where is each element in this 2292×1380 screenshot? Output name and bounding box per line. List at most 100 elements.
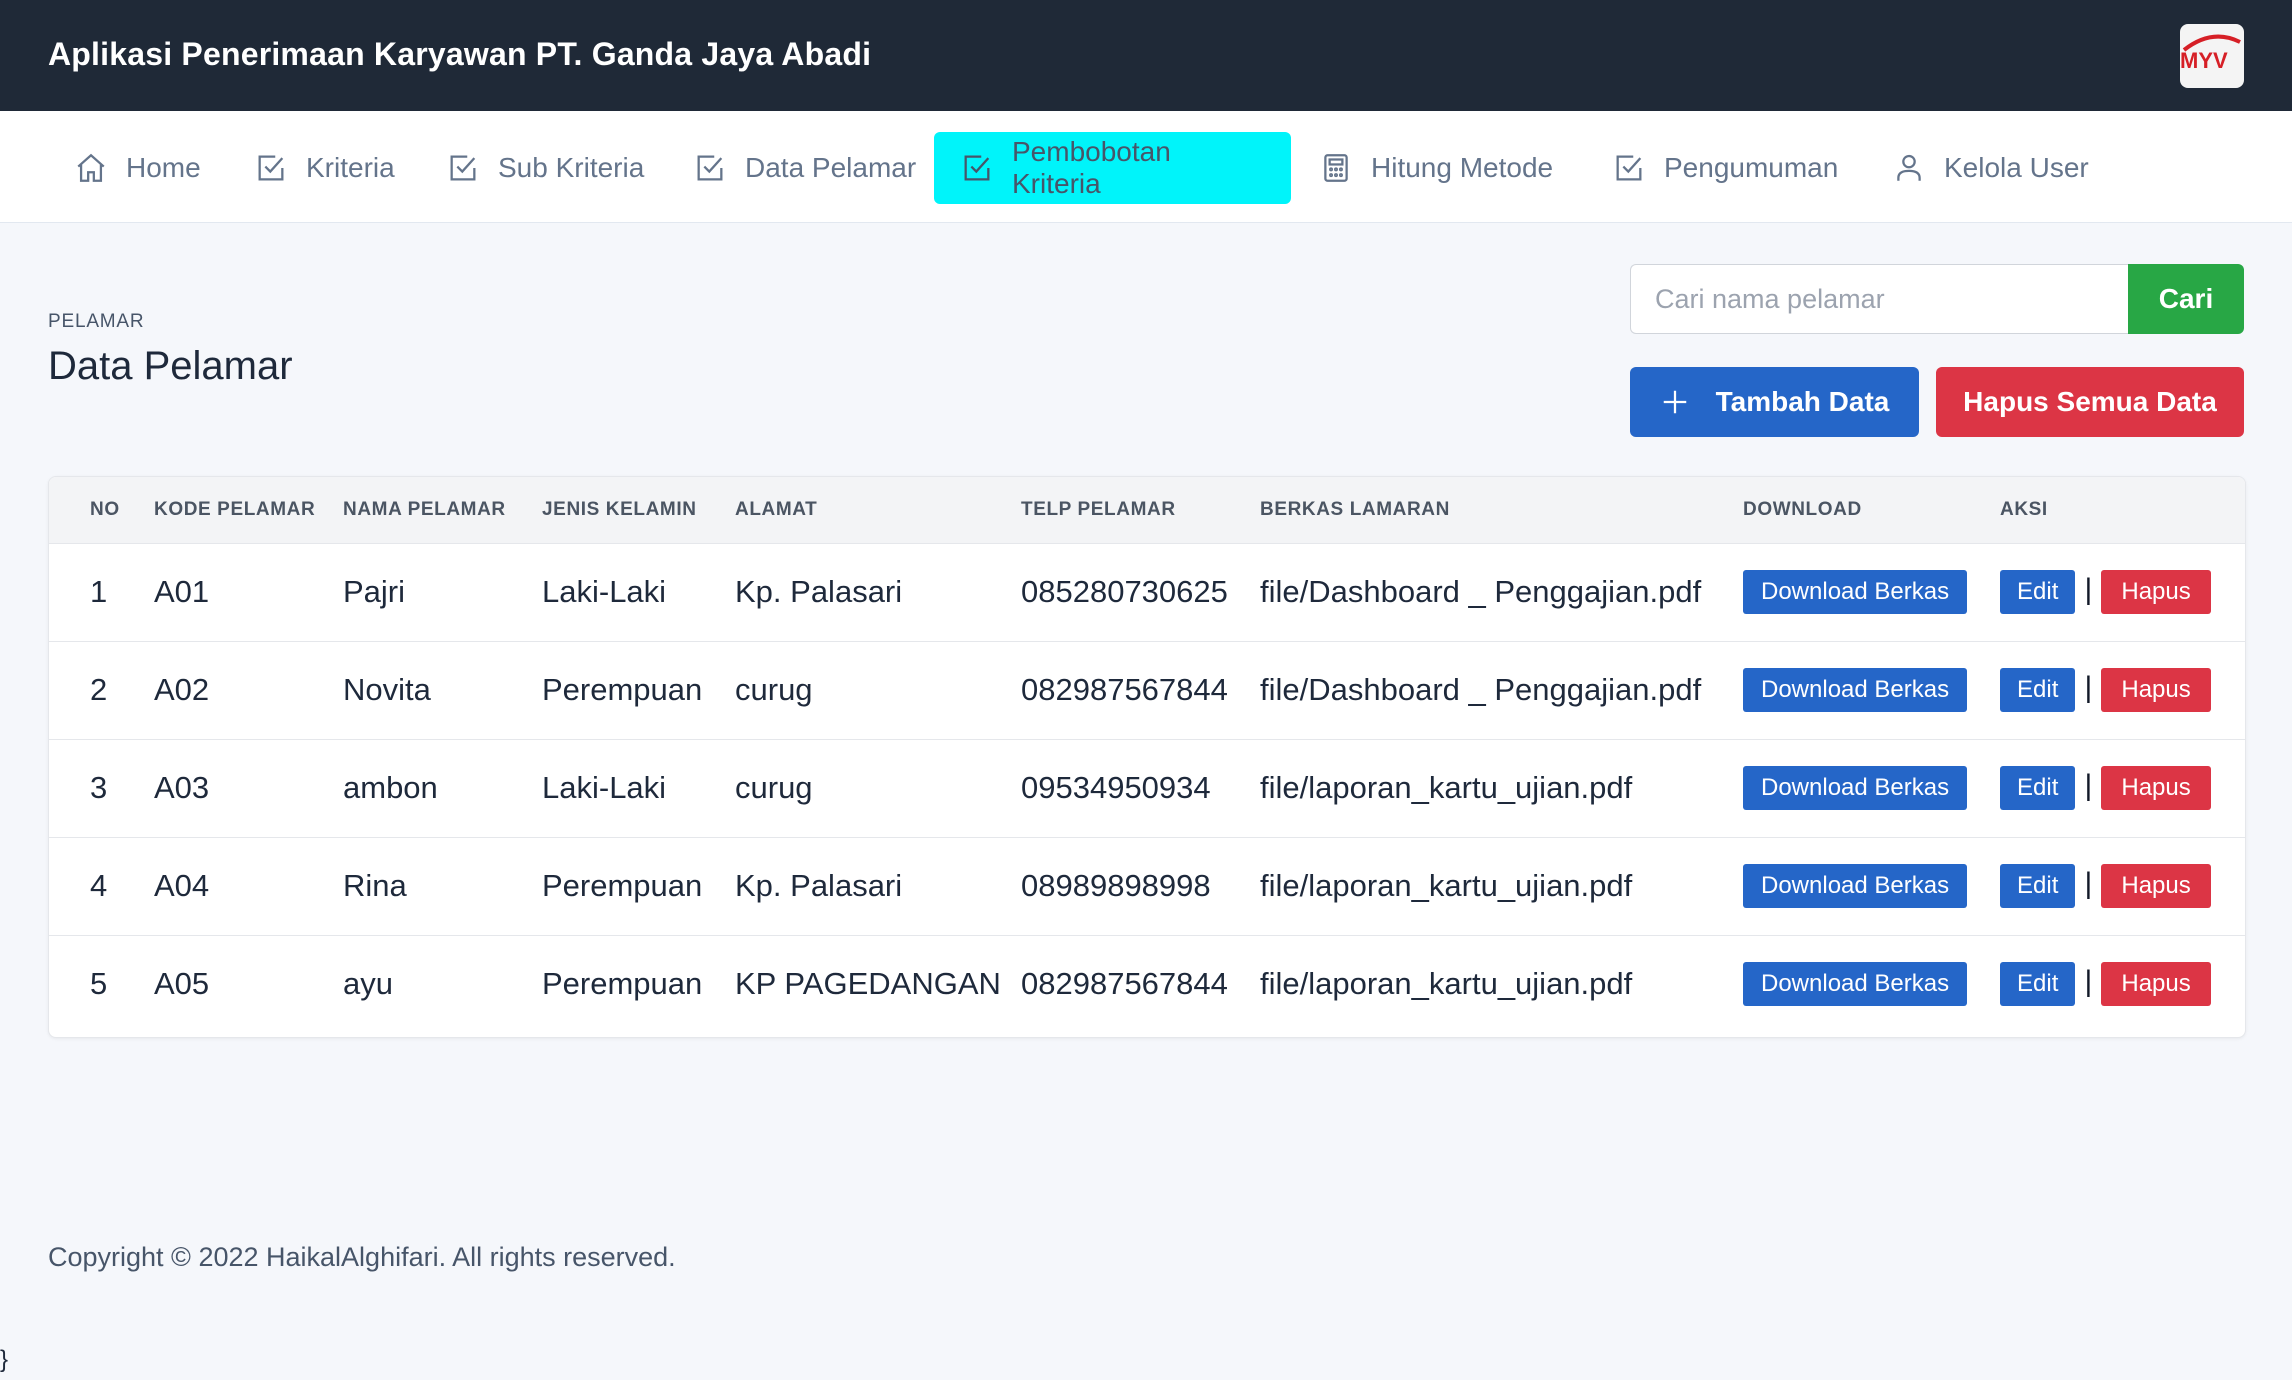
plus-icon — [1663, 390, 1686, 414]
cell-no: 2 — [90, 672, 108, 707]
nav-kriteria[interactable]: Kriteria — [228, 132, 419, 204]
action-separator: | — [2084, 671, 2093, 704]
delete-button[interactable]: Hapus — [2101, 962, 2211, 1007]
footer-copyright: Copyright © 2022 HaikalAlghifari. All ri… — [48, 1242, 676, 1272]
delete-button[interactable]: Hapus — [2101, 668, 2211, 712]
cell-jenis-kelamin: Laki-Laki — [542, 770, 667, 805]
cell-berkas: file/laporan_kartu_ujian.pdf — [1260, 770, 1633, 805]
page-eyebrow: PELAMAR — [48, 311, 145, 332]
delete-all-button[interactable]: Hapus Semua Data — [1936, 367, 2244, 437]
nav-label-data-pelamar: Data Pelamar — [745, 152, 917, 183]
cell-download: Download Berkas — [1743, 543, 2000, 641]
action-separator: | — [2084, 573, 2093, 606]
edit-button[interactable]: Edit — [2000, 864, 2076, 908]
nav-pembobotan-kriteria[interactable]: Pembobotan Kriteria — [934, 132, 1291, 204]
search-input[interactable] — [1630, 264, 2128, 334]
nav-kelola-user[interactable]: Kelola User — [1866, 132, 2113, 204]
delete-button[interactable]: Hapus — [2101, 864, 2211, 908]
cell-aksi: Edit | Hapus — [2000, 543, 2245, 641]
cell-berkas: file/Dashboard _ Penggajian.pdf — [1260, 574, 1702, 609]
edit-button[interactable]: Edit — [2000, 766, 2076, 810]
cell-aksi: Edit | Hapus — [2000, 739, 2245, 837]
cell-no: 3 — [90, 770, 108, 805]
column-header-jenis-kelamin: JENIS KELAMIN — [542, 477, 735, 544]
logo[interactable]: MYV — [2180, 24, 2244, 88]
cell-telp: 09534950934 — [1021, 770, 1211, 805]
cell-telp: 082987567844 — [1021, 966, 1228, 1002]
home-icon — [77, 153, 105, 182]
table-row: 5 A05 ayu Perempuan KP PAGEDANGAN 082987… — [49, 935, 2245, 1033]
app-header: Aplikasi Penerimaan Karyawan PT. Ganda J… — [0, 0, 2292, 111]
nav-sub-kriteria[interactable]: Sub Kriteria — [420, 132, 668, 204]
check-square-icon — [1616, 155, 1642, 181]
cell-telp: 082987567844 — [1021, 672, 1228, 707]
download-berkas-button[interactable]: Download Berkas — [1743, 962, 1968, 1007]
cell-nama: ambon — [343, 770, 438, 805]
column-header-nama: NAMA PELAMAR — [343, 477, 542, 544]
cell-nama: Pajri — [343, 574, 406, 609]
search-button[interactable]: Cari — [2128, 264, 2244, 334]
table-row: 1 A01 Pajri Laki-Laki Kp. Palasari 08528… — [49, 543, 2245, 641]
table-row: 2 A02 Novita Perempuan curug 08298756784… — [49, 641, 2245, 739]
nav-label-pembobotan-kriteria: Pembobotan Kriteria — [1012, 136, 1171, 199]
download-berkas-button[interactable]: Download Berkas — [1743, 570, 1968, 614]
edit-button[interactable]: Edit — [2000, 668, 2076, 712]
cell-download: Download Berkas — [1743, 935, 2000, 1033]
edit-button[interactable]: Edit — [2000, 570, 2076, 614]
delete-button[interactable]: Hapus — [2101, 766, 2211, 810]
nav-data-pelamar[interactable]: Data Pelamar — [667, 132, 940, 204]
cell-aksi: Edit | Hapus — [2000, 935, 2245, 1033]
cell-alamat: Kp. Palasari — [735, 574, 903, 609]
add-data-label: Tambah Data — [1715, 386, 1890, 417]
cell-telp: 085280730625 — [1021, 574, 1228, 609]
check-square-icon — [258, 155, 284, 181]
add-data-button[interactable]: Tambah Data — [1630, 367, 1919, 437]
applicants-table: NO KODE PELAMAR NAMA PELAMAR JENIS KELAM… — [49, 477, 2245, 1033]
app-title: Aplikasi Penerimaan Karyawan PT. Ganda J… — [48, 36, 872, 72]
cell-kode: A03 — [154, 770, 210, 805]
table-row: 4 A04 Rina Perempuan Kp. Palasari 089898… — [49, 837, 2245, 935]
action-separator: | — [2084, 769, 2093, 802]
download-berkas-button[interactable]: Download Berkas — [1743, 864, 1968, 908]
cell-alamat: curug — [735, 672, 813, 707]
cell-no: 4 — [90, 868, 108, 903]
cell-kode: A02 — [154, 672, 210, 707]
nav-label-kelola-user: Kelola User — [1944, 152, 2089, 183]
page-title: Data Pelamar — [48, 344, 293, 388]
column-header-kode: KODE PELAMAR — [154, 477, 343, 544]
column-header-no: NO — [49, 477, 154, 544]
cell-download: Download Berkas — [1743, 641, 2000, 739]
nav-home[interactable]: Home — [48, 132, 225, 204]
cell-berkas: file/laporan_kartu_ujian.pdf — [1260, 966, 1633, 1002]
column-header-telp: TELP PELAMAR — [1021, 477, 1260, 544]
nav-label-kriteria: Kriteria — [306, 152, 395, 183]
edit-button[interactable]: Edit — [2000, 962, 2076, 1007]
cell-aksi: Edit | Hapus — [2000, 837, 2245, 935]
logo-icon: MYV — [2180, 34, 2241, 73]
nav-pengumuman[interactable]: Pengumuman — [1586, 132, 1862, 204]
logo-text: MYV — [2180, 48, 2228, 73]
cell-jenis-kelamin: Laki-Laki — [542, 574, 667, 609]
applicants-table-card: NO KODE PELAMAR NAMA PELAMAR JENIS KELAM… — [48, 476, 2246, 1038]
cell-kode: A04 — [154, 868, 210, 903]
column-header-alamat: ALAMAT — [735, 477, 1021, 544]
cell-aksi: Edit | Hapus — [2000, 641, 2245, 739]
cell-jenis-kelamin: Perempuan — [542, 672, 703, 707]
cell-alamat: KP PAGEDANGAN — [735, 966, 1001, 1002]
download-berkas-button[interactable]: Download Berkas — [1743, 668, 1968, 712]
download-berkas-button[interactable]: Download Berkas — [1743, 766, 1968, 810]
cell-jenis-kelamin: Perempuan — [542, 868, 703, 903]
delete-button[interactable]: Hapus — [2101, 570, 2211, 614]
cell-download: Download Berkas — [1743, 739, 2000, 837]
cell-no: 1 — [90, 574, 108, 609]
column-header-aksi: AKSI — [2000, 477, 2245, 544]
cell-alamat: Kp. Palasari — [735, 868, 903, 903]
table-row: 3 A03 ambon Laki-Laki curug 09534950934 … — [49, 739, 2245, 837]
cell-no: 5 — [90, 966, 108, 1002]
column-header-download: DOWNLOAD — [1743, 477, 2000, 544]
action-separator: | — [2084, 867, 2093, 900]
stray-text: } — [0, 1346, 9, 1373]
check-square-icon — [450, 155, 476, 181]
nav-hitung-metode[interactable]: Hitung Metode — [1293, 132, 1577, 204]
nav-label-pengumuman: Pengumuman — [1664, 152, 1839, 183]
